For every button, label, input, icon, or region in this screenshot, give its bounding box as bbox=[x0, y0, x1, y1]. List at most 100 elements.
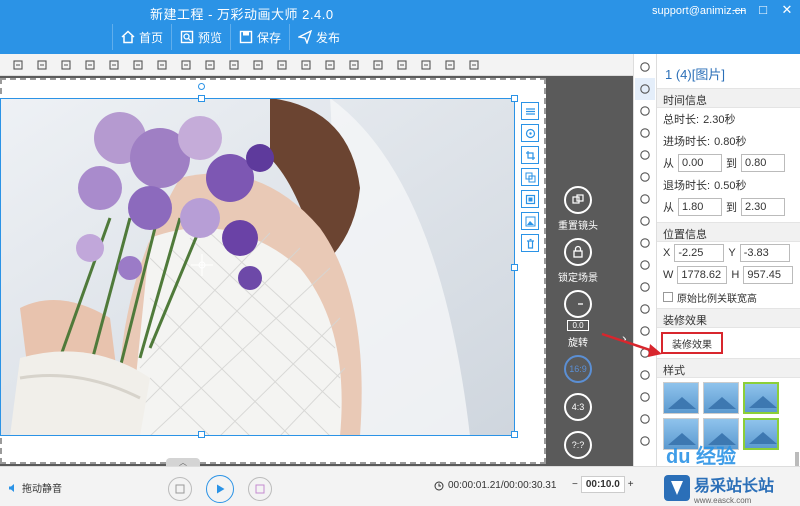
canvas-area: 重置镜头 锁定场景 0.0 旋转 16:9 4:3 ?:? › bbox=[0, 76, 633, 466]
h-input[interactable]: 957.45 bbox=[743, 266, 794, 284]
strip-gallery-button[interactable] bbox=[635, 430, 655, 452]
in-from-input[interactable]: 0.00 bbox=[678, 154, 722, 172]
delete-button[interactable] bbox=[30, 56, 54, 74]
rotate-value[interactable]: 0.0 bbox=[567, 320, 589, 331]
resize-handle[interactable] bbox=[511, 431, 518, 438]
align-middle-button[interactable] bbox=[198, 56, 222, 74]
zoom-out-button[interactable]: − bbox=[572, 479, 578, 490]
align-bottom-icon bbox=[229, 59, 239, 70]
preview-button[interactable]: 预览 bbox=[171, 24, 230, 50]
fit-tool-button[interactable] bbox=[521, 190, 539, 208]
duplicate-button[interactable] bbox=[366, 56, 390, 74]
image-tool-button[interactable] bbox=[521, 212, 539, 230]
replace-tool-button[interactable] bbox=[521, 168, 539, 186]
align-top-button[interactable] bbox=[174, 56, 198, 74]
align-right-button[interactable] bbox=[126, 56, 150, 74]
ratio-4-3-button[interactable]: 4:3 bbox=[564, 393, 592, 421]
resize-handle[interactable] bbox=[511, 264, 518, 271]
maximize-button[interactable]: □ bbox=[756, 2, 770, 18]
selection-box[interactable] bbox=[0, 83, 518, 438]
zoom-in-button[interactable]: + bbox=[628, 479, 634, 490]
lock-button[interactable] bbox=[342, 56, 366, 74]
resize-handle[interactable] bbox=[198, 95, 205, 102]
zoom-in-button[interactable] bbox=[294, 56, 318, 74]
delete-tool-button[interactable] bbox=[521, 234, 539, 252]
trash-icon bbox=[526, 238, 534, 249]
zoom-out-button[interactable] bbox=[318, 56, 342, 74]
y-input[interactable]: -3.83 bbox=[739, 244, 790, 262]
strip-bubble-button[interactable] bbox=[635, 166, 655, 188]
strip-text-button[interactable] bbox=[635, 100, 655, 122]
strip-drop-button[interactable] bbox=[635, 386, 655, 408]
resize-handle[interactable] bbox=[198, 431, 205, 438]
distribute-h-button[interactable] bbox=[246, 56, 270, 74]
list-icon bbox=[640, 414, 650, 424]
strip-svg-button[interactable] bbox=[635, 188, 655, 210]
strip-compass-button[interactable] bbox=[635, 276, 655, 298]
out-to-input[interactable]: 2.30 bbox=[741, 198, 785, 216]
out-from-input[interactable]: 1.80 bbox=[678, 198, 722, 216]
close-button[interactable]: ✕ bbox=[780, 2, 794, 18]
center-crosshair[interactable] bbox=[191, 254, 213, 276]
zoom-value[interactable]: 00:10.0 bbox=[580, 476, 625, 493]
in-to-input[interactable]: 0.80 bbox=[741, 154, 785, 172]
style-thumb[interactable] bbox=[703, 382, 739, 414]
redo-button[interactable] bbox=[438, 56, 462, 74]
strip-list-button[interactable] bbox=[635, 408, 655, 430]
align-left-button[interactable] bbox=[78, 56, 102, 74]
paste-button[interactable] bbox=[390, 56, 414, 74]
undo-button[interactable] bbox=[414, 56, 438, 74]
mute-control[interactable]: 拖动静音 bbox=[8, 480, 62, 495]
layer-tool-button[interactable] bbox=[521, 102, 539, 120]
next-frame-button[interactable] bbox=[248, 477, 272, 501]
distribute-v-button[interactable] bbox=[270, 56, 294, 74]
bubble-icon bbox=[640, 172, 650, 182]
strip-music-button[interactable] bbox=[635, 232, 655, 254]
ratio-16-9-button[interactable]: 16:9 bbox=[564, 355, 592, 383]
home-button[interactable]: 首页 bbox=[112, 24, 171, 50]
strip-role-button[interactable] bbox=[635, 122, 655, 144]
resize-handle[interactable] bbox=[511, 95, 518, 102]
strip-plane-button[interactable] bbox=[635, 298, 655, 320]
home-label: 首页 bbox=[139, 30, 164, 45]
total-duration-label: 总时长: bbox=[663, 114, 700, 126]
reset-camera-button[interactable] bbox=[564, 186, 592, 214]
strip-folder-button[interactable] bbox=[635, 210, 655, 232]
save-button[interactable]: 保存 bbox=[230, 24, 289, 50]
style-thumb[interactable] bbox=[743, 418, 779, 450]
copy-button[interactable] bbox=[6, 56, 30, 74]
frame-button[interactable] bbox=[150, 56, 174, 74]
ratio-custom-button[interactable]: ?:? bbox=[564, 431, 592, 459]
transfer-button[interactable] bbox=[462, 56, 486, 74]
strip-image-button[interactable] bbox=[635, 78, 655, 100]
panel-scrollbar[interactable] bbox=[795, 452, 799, 466]
lock-scene-button[interactable] bbox=[564, 238, 592, 266]
zoom-in-icon bbox=[301, 59, 311, 70]
x-input[interactable]: -2.25 bbox=[674, 244, 725, 262]
color-tool-button[interactable] bbox=[521, 124, 539, 142]
align-center-button[interactable] bbox=[102, 56, 126, 74]
strip-formula-button[interactable] bbox=[635, 364, 655, 386]
rotate-dial[interactable] bbox=[564, 290, 592, 318]
minimize-button[interactable]: — bbox=[732, 2, 746, 18]
formula-icon bbox=[640, 370, 650, 380]
ratio-lock-checkbox[interactable] bbox=[663, 292, 673, 302]
w-input[interactable]: 1778.62 bbox=[677, 266, 728, 284]
xy-row: X -2.25 Y -3.83 bbox=[657, 242, 800, 264]
strip-effect-button[interactable] bbox=[635, 144, 655, 166]
play-button[interactable] bbox=[206, 475, 234, 503]
effect-button[interactable]: 装修效果 bbox=[661, 332, 723, 354]
publish-button[interactable]: 发布 bbox=[289, 24, 348, 50]
style-thumb[interactable] bbox=[663, 382, 699, 414]
prev-frame-button[interactable] bbox=[168, 477, 192, 501]
crop-tool-button[interactable] bbox=[521, 146, 539, 164]
rotate-handle[interactable] bbox=[198, 83, 205, 90]
align-bottom-button[interactable] bbox=[222, 56, 246, 74]
strip-video-button[interactable] bbox=[635, 254, 655, 276]
paint-button[interactable] bbox=[54, 56, 78, 74]
style-thumb[interactable] bbox=[743, 382, 779, 414]
image-icon bbox=[525, 216, 535, 226]
in-from-label: 从 bbox=[663, 158, 674, 170]
strip-shape-button[interactable] bbox=[635, 56, 655, 78]
distribute-v-icon bbox=[277, 59, 287, 70]
